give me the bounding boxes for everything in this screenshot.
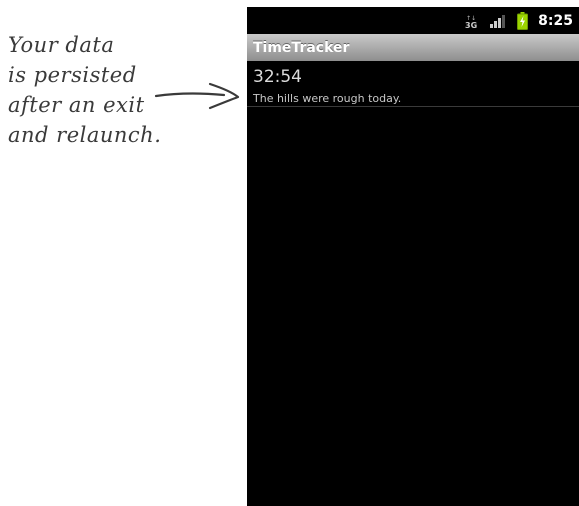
app-title: TimeTracker — [253, 39, 350, 56]
app-title-bar: TimeTracker — [247, 34, 579, 61]
phone-screen: ↑↓ 3G 8:25 TimeTracker 32:54 The hills w… — [247, 7, 579, 506]
annotation-line: Your data — [8, 33, 115, 57]
status-bar: ↑↓ 3G 8:25 — [247, 7, 579, 34]
entry-time: 32:54 — [253, 67, 302, 87]
svg-text:3G: 3G — [465, 21, 477, 29]
battery-charging-icon — [517, 11, 529, 30]
time-entry-list: 32:54 The hills were rough today. — [247, 61, 579, 107]
annotation-arrow-icon — [154, 82, 240, 110]
signal-strength-icon — [489, 14, 507, 28]
annotation-line: and relaunch. — [8, 123, 162, 147]
list-item[interactable]: 32:54 The hills were rough today. — [247, 61, 579, 107]
status-clock: 8:25 — [538, 12, 573, 29]
entry-note: The hills were rough today. — [253, 92, 402, 105]
3g-data-icon: ↑↓ 3G — [465, 13, 479, 29]
